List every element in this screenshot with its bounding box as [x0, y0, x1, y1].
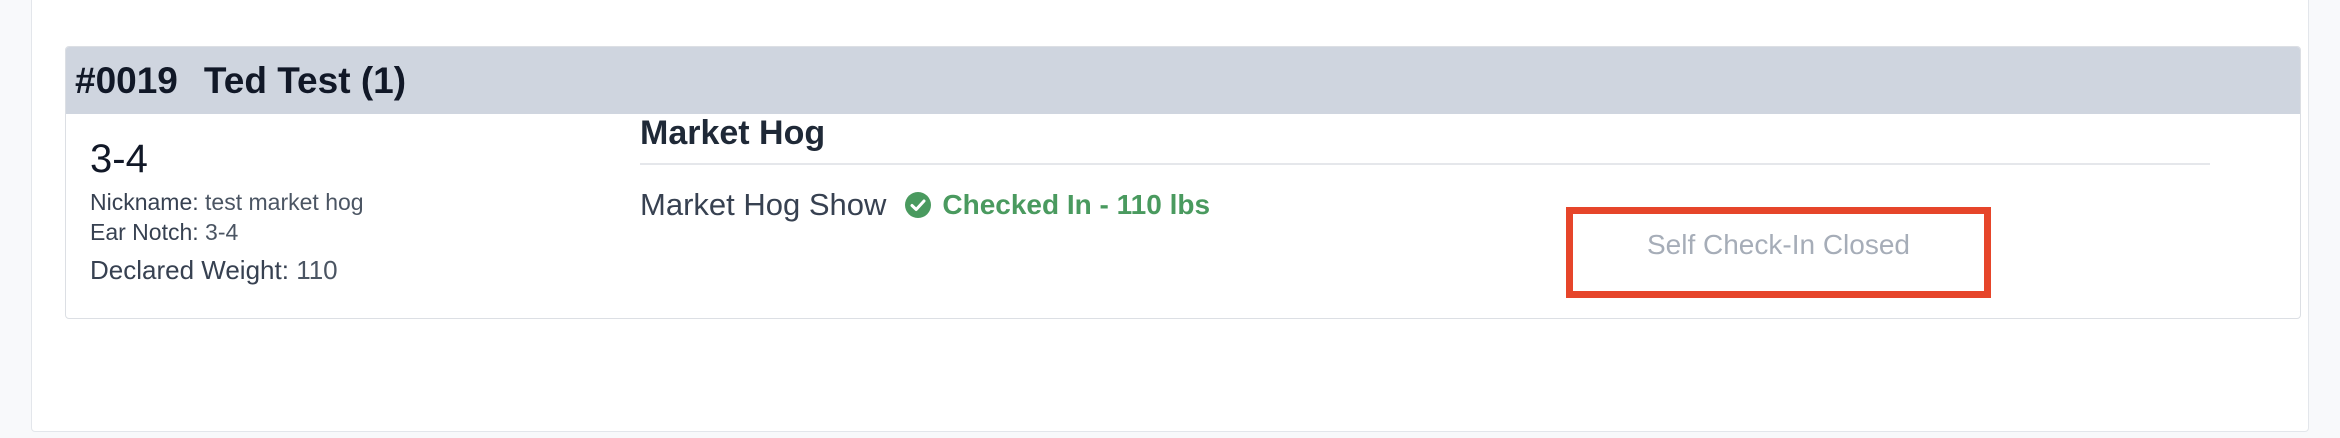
declared-weight-label: Declared Weight:: [90, 255, 289, 285]
checkin-status: Checked In - 110 lbs: [904, 189, 1210, 221]
nickname-label: Nickname:: [90, 189, 199, 215]
show-name: Market Hog Show: [640, 187, 887, 222]
entry-number: #0019: [75, 59, 178, 101]
nickname-line: Nickname: test market hog: [90, 187, 364, 217]
declared-weight-line: Declared Weight: 110: [90, 251, 364, 289]
animal-info: 3-4 Nickname: test market hog Ear Notch:…: [90, 137, 364, 289]
self-checkin-closed-label: Self Check-In Closed: [1646, 229, 1910, 260]
checkin-status-text: Checked In - 110 lbs: [942, 189, 1211, 220]
class-divider: [640, 163, 2210, 165]
class-section: Market Hog: [640, 110, 2210, 156]
ear-notch-label: Ear Notch:: [90, 219, 199, 245]
show-row: Market Hog Show Checked In - 110 lbs: [640, 183, 1210, 227]
check-circle-icon: [904, 191, 932, 219]
self-checkin-closed-box: Self Check-In Closed: [1566, 207, 1991, 298]
page: #0019 Ted Test (1) 3-4 Nickname: test ma…: [0, 0, 2340, 438]
nickname-value: test market hog: [205, 189, 364, 215]
class-title: Market Hog: [640, 114, 826, 152]
declared-weight-value: 110: [296, 255, 338, 285]
ear-notch-line: Ear Notch: 3-4: [90, 217, 364, 247]
entry-header: #0019 Ted Test (1): [66, 47, 2300, 114]
ear-notch-value: 3-4: [205, 219, 239, 245]
animal-tag: 3-4: [90, 137, 148, 181]
exhibitor-name: Ted Test (1): [203, 59, 407, 101]
